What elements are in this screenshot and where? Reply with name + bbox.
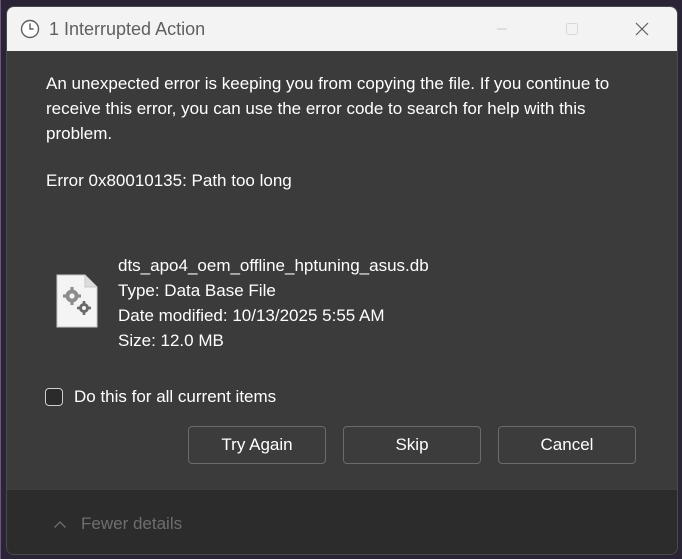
background-edge — [0, 0, 1, 559]
chevron-up-icon — [53, 519, 67, 529]
apply-to-all-checkbox[interactable] — [45, 388, 63, 406]
cancel-button[interactable]: Cancel — [498, 426, 636, 464]
skip-button[interactable]: Skip — [343, 426, 481, 464]
settings-file-icon — [55, 273, 99, 329]
interrupted-action-dialog: 1 Interrupted Action An unexpected error… — [6, 6, 678, 555]
maximize-button[interactable] — [537, 7, 607, 51]
dialog-footer: Fewer details — [7, 489, 677, 554]
fewer-details-label[interactable]: Fewer details — [81, 514, 182, 534]
apply-to-all-label[interactable]: Do this for all current items — [74, 387, 276, 407]
clock-icon — [19, 18, 41, 40]
title-bar[interactable]: 1 Interrupted Action — [7, 7, 677, 51]
close-icon — [635, 22, 649, 36]
file-size: Size: 12.0 MB — [118, 331, 224, 350]
try-again-button[interactable]: Try Again — [188, 426, 326, 464]
file-details: dts_apo4_oem_offline_hptuning_asus.db Ty… — [118, 253, 429, 353]
maximize-icon — [566, 23, 578, 35]
file-name: dts_apo4_oem_offline_hptuning_asus.db — [118, 256, 429, 275]
error-message: An unexpected error is keeping you from … — [46, 74, 610, 143]
close-button[interactable] — [607, 7, 677, 51]
minimize-button[interactable] — [467, 7, 537, 51]
window-title: 1 Interrupted Action — [49, 18, 206, 39]
apply-to-all-row[interactable]: Do this for all current items — [45, 387, 276, 407]
fewer-details-toggle[interactable]: Fewer details — [53, 514, 182, 534]
dialog-content: An unexpected error is keeping you from … — [7, 51, 677, 489]
minimize-icon — [497, 28, 507, 30]
error-code: Error 0x80010135: Path too long — [46, 171, 292, 190]
window-controls — [467, 7, 677, 51]
file-type: Type: Data Base File — [118, 281, 276, 300]
file-date-modified: Date modified: 10/13/2025 5:55 AM — [118, 306, 385, 325]
